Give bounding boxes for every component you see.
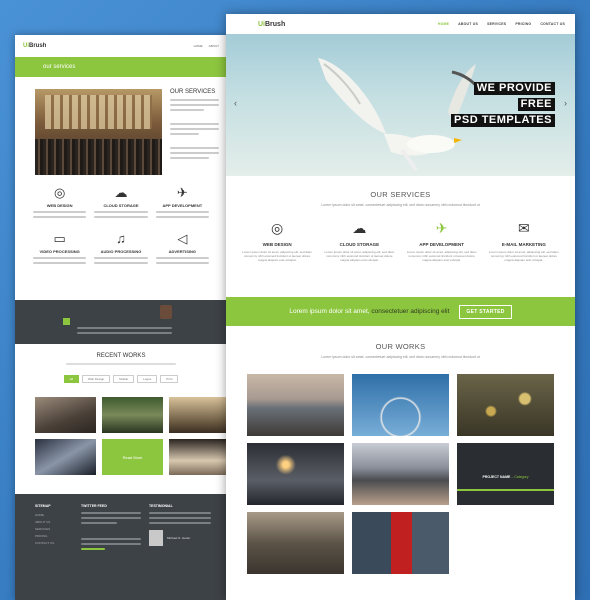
back-logo: UiBrush	[23, 43, 47, 49]
globe-icon: ◎	[53, 185, 66, 200]
back-footer: SITEMAP HOME ABOUT US SERVICES PRICING C…	[15, 494, 227, 600]
nav-home[interactable]: HOME	[438, 22, 449, 26]
testimonial-avatar	[149, 530, 163, 546]
nav-about[interactable]: ABOUT US	[458, 22, 478, 26]
music-icon: ♫	[116, 231, 126, 246]
back-testimonial-strip	[15, 300, 227, 344]
rocket-icon: ✈	[176, 185, 188, 200]
works-subtitle: Lorem ipsum dolor sit amet, consectetuer…	[321, 355, 480, 359]
work-street[interactable]	[247, 512, 344, 574]
work-sparkler[interactable]	[247, 443, 344, 505]
video-icon: ▭	[53, 231, 66, 246]
back-service-audio: ♫ AUDIO PROCESSING	[94, 231, 148, 267]
back-nav-home[interactable]: HOME	[194, 44, 203, 48]
avatar	[160, 305, 172, 319]
filter-print[interactable]: Print	[160, 375, 179, 383]
hero-line-2: FREE	[517, 98, 555, 111]
front-page-preview: UiBrush HOME ABOUT US SERVICES PRICING C…	[226, 14, 575, 600]
cloud-icon: ☁	[352, 220, 367, 236]
filter-mobile[interactable]: Mobile	[113, 375, 135, 383]
megaphone-icon: ◁	[177, 231, 188, 246]
footer-link[interactable]: CONTACT US	[35, 540, 54, 547]
hero-slider: ‹ › WE PROVIDE FREE PSD TEMPLATES	[226, 34, 575, 176]
work-thumb-hover[interactable]: Read More	[102, 439, 163, 475]
cta-text: Lorem ipsum dolor sit amet, consectetuer…	[289, 308, 450, 315]
back-service-web: ◎ WEB DESIGN	[33, 185, 87, 221]
back-service-video: ▭ VIDEO PROCESSING	[33, 231, 87, 267]
hero-line-1: WE PROVIDE	[473, 82, 555, 95]
filter-logos[interactable]: Logos	[137, 375, 158, 383]
works-grid: PROJECT NAME – Category	[247, 374, 554, 574]
back-works-grid: Read More	[35, 397, 227, 475]
back-nav-about[interactable]: ABOUT	[209, 44, 219, 48]
front-navbar: UiBrush HOME ABOUT US SERVICES PRICING C…	[226, 14, 575, 34]
work-thumb[interactable]	[35, 439, 96, 475]
work-project-hover[interactable]: PROJECT NAME – Category	[457, 443, 554, 505]
cta-bar: Lorem ipsum dolor sit amet, consectetuer…	[226, 297, 575, 326]
project-label: PROJECT NAME – Category	[482, 475, 529, 479]
work-mountains[interactable]	[352, 443, 449, 505]
service-cloud-storage: ☁ CLOUD STORAGE Lorem ipsum dolor sit am…	[324, 220, 395, 262]
get-started-button[interactable]: GET STARTED	[459, 304, 512, 319]
back-navbar: UiBrush HOME ABOUT	[15, 35, 227, 57]
nav-services[interactable]: SERVICES	[487, 22, 506, 26]
back-service-ads: ◁ ADVERTISING	[155, 231, 209, 267]
station-photo	[35, 89, 162, 175]
nav-contact[interactable]: CONTACT US	[540, 22, 565, 26]
filter-web[interactable]: Web Design	[81, 375, 111, 383]
back-services-grid: ◎ WEB DESIGN ☁ CLOUD STORAGE ✈ APP DEVELOPM…	[15, 175, 227, 267]
back-page-preview: UiBrush HOME ABOUT our services OUR SERV…	[15, 35, 227, 600]
work-thumb[interactable]	[102, 397, 163, 433]
back-services-title: OUR SERVICES	[170, 89, 216, 95]
rocket-icon: ✈	[435, 220, 448, 236]
slider-next-icon[interactable]: ›	[564, 98, 567, 108]
back-filter-bar: All Web Design Mobile Logos Print	[15, 375, 227, 383]
filter-all[interactable]: All	[63, 375, 79, 383]
services-title: OUR SERVICES	[370, 190, 431, 199]
back-banner: our services	[15, 57, 227, 77]
hero-line-3: PSD TEMPLATES	[451, 114, 555, 127]
back-recent-works-title: RECENT WORKS	[96, 353, 146, 359]
cloud-icon: ☁	[114, 185, 128, 200]
works-title: OUR WORKS	[375, 342, 426, 351]
work-thumb[interactable]	[169, 397, 227, 433]
slider-prev-icon[interactable]: ‹	[234, 98, 237, 108]
service-web-design: ◎ WEB DESIGN Lorem ipsum dolor sit amet,…	[242, 220, 312, 262]
work-leaves[interactable]	[457, 374, 554, 436]
envelope-icon: ✉	[518, 220, 530, 236]
footer-link[interactable]: SERVICES	[35, 526, 54, 533]
work-pier[interactable]	[247, 374, 344, 436]
nav-pricing[interactable]: PRICING	[515, 22, 531, 26]
back-service-cloud: ☁ CLOUD STORAGE	[94, 185, 148, 221]
footer-link[interactable]: HOME	[35, 512, 54, 519]
work-mailbox[interactable]	[352, 512, 449, 574]
front-logo[interactable]: UiBrush	[258, 21, 285, 28]
work-thumb[interactable]	[35, 397, 96, 433]
work-ferris-wheel[interactable]	[352, 374, 449, 436]
service-app-development: ✈ APP DEVELOPMENT Lorem ipsum dolor sit …	[406, 220, 477, 262]
services-row: ◎ WEB DESIGN Lorem ipsum dolor sit amet,…	[226, 219, 575, 262]
globe-icon: ◎	[271, 220, 284, 236]
footer-link[interactable]: PRICING	[35, 533, 54, 540]
service-email-marketing: ✉ E-MAIL MARKETING Lorem ipsum dolor sit…	[489, 220, 559, 262]
back-service-app: ✈ APP DEVELOPMENT	[155, 185, 209, 221]
footer-link[interactable]: ABOUT US	[35, 519, 54, 526]
work-thumb[interactable]	[169, 439, 227, 475]
quote-marker	[63, 318, 70, 325]
